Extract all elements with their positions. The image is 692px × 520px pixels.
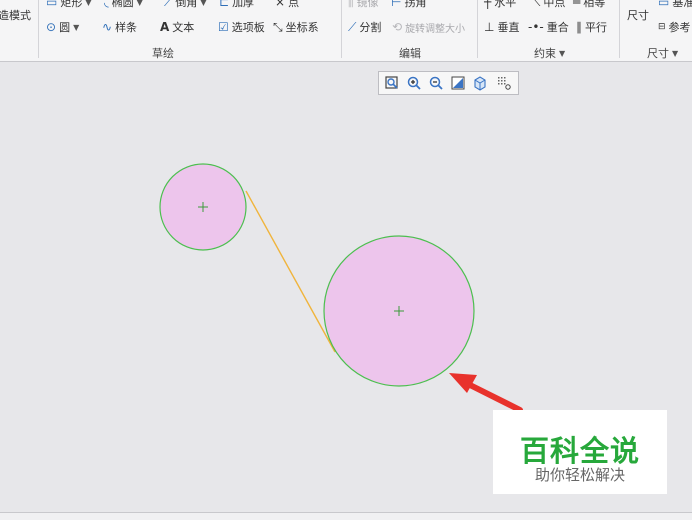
chevron-down-icon[interactable]: ▼ [200,0,206,7]
midpoint-icon: ⟍ [532,0,541,9]
group-label-edit-text: 编辑 [399,47,421,60]
rectangle-button[interactable]: ▭ 矩形 ▼ [46,0,92,10]
coordinate-system-icon: ⤡ [273,20,283,34]
corner-label: 拐角 [404,0,427,9]
equal-constraint-button[interactable]: ═ 相等 [573,0,605,10]
horizontal-icon: ┼ [484,0,492,9]
coincident-icon: -•- [528,20,544,34]
chevron-down-icon: ▼ [672,48,679,58]
reference-icon: ⊟ [658,21,666,32]
group-label-sketch-text: 草绘 [152,47,174,60]
thicken-label: 加厚 [232,0,255,9]
separator [38,0,39,58]
baseline-label: 基准 [672,0,692,9]
sketch-mode-label: 造模式 [0,9,31,22]
rotate-resize-button[interactable]: ⟲ 旋转调整大小 [392,19,465,35]
ribbon-toolbar: 造模式 ▭ 矩形 ▼ ◟ 椭圆 ▼ ⟋ 倒角 ▼ ⊏ 加厚 × 点 ⊙ 圆 ▼ … [0,0,692,62]
mirror-icon: ⫼ [348,0,354,9]
thicken-icon: ⊏ [219,0,230,9]
group-label-constrain-text: 约束 [534,47,556,60]
sketch-mode-button[interactable]: 造模式 [0,7,31,23]
group-label-constrain[interactable]: 约束 ▼ [534,45,565,61]
point-button[interactable]: × 点 [275,0,299,10]
group-label-edit: 编辑 [399,45,421,61]
midpoint-constraint-button[interactable]: ⟍ 中点 [532,0,565,10]
horizontal-label: 水平 [494,0,517,9]
vertical-constraint-button[interactable]: ⊥ 垂直 [484,19,519,35]
circle-icon: ⊙ [46,20,57,34]
fillet-icon: ⟋ [164,0,173,9]
dimension-label: 尺寸 [627,9,649,22]
chevron-down-icon[interactable]: ▼ [137,0,143,7]
coincident-label: 重合 [546,21,569,34]
parallel-icon: ∥ [576,20,582,34]
group-label-sketch: 草绘 [152,45,174,61]
chevron-down-icon: ▼ [559,48,566,58]
baseline-icon: ▭ [658,0,670,9]
group-label-dimension-text: 尺寸 [647,47,669,60]
mirror-label: 镜像 [356,0,379,9]
corner-button[interactable]: ⊢ 拐角 [391,0,426,10]
spline-button[interactable]: ∿ 样条 [102,19,137,35]
spline-icon: ∿ [102,20,113,34]
text-icon: A [160,20,170,34]
rectangle-label: 矩形 [60,0,83,9]
corner-icon: ⊢ [391,0,402,9]
circle-button[interactable]: ⊙ 圆 ▼ [46,19,79,35]
parallel-constraint-button[interactable]: ∥ 平行 [576,19,607,35]
palette-button[interactable]: ☑ 选项板 [218,19,265,35]
fillet-label: 倒角 [175,0,198,9]
dimension-button[interactable]: 尺寸 [627,7,649,23]
thicken-button[interactable]: ⊏ 加厚 [219,0,254,10]
group-label-dimension[interactable]: 尺寸 ▼ [647,45,678,61]
divide-label: 分割 [359,21,382,34]
baseline-button[interactable]: ▭ 基准 [658,0,692,10]
equal-icon: ═ [573,0,581,9]
watermark-logo: 百科全说 助你轻松解决 [493,410,667,494]
parallel-label: 平行 [585,21,607,34]
equal-label: 相等 [583,0,606,9]
rotate-resize-label: 旋转调整大小 [405,23,466,35]
divide-icon: ⟋ [348,20,357,34]
spline-label: 样条 [115,21,138,34]
text-label: 文本 [172,21,195,34]
watermark-subtitle: 助你轻松解决 [534,466,625,484]
ellipse-icon: ◟ [104,0,109,9]
coincident-constraint-button[interactable]: -•- 重合 [528,19,569,35]
palette-icon: ☑ [218,20,229,34]
chevron-down-icon[interactable]: ▼ [73,23,79,32]
sketch-line[interactable] [245,190,336,353]
separator [341,0,342,58]
point-icon: × [275,0,286,9]
rectangle-icon: ▭ [46,0,58,9]
vertical-label: 垂直 [497,21,520,34]
mirror-button[interactable]: ⫼ 镜像 [348,0,379,10]
coordinate-system-label: 坐标系 [285,21,319,34]
text-button[interactable]: A 文本 [160,19,194,35]
ellipse-label: 椭圆 [111,0,134,9]
midpoint-label: 中点 [543,0,566,9]
reference-label: 参考 [668,21,691,34]
vertical-icon: ⊥ [484,20,495,34]
red-arrow-annotation [449,373,523,413]
chevron-down-icon[interactable]: ▼ [85,0,91,7]
coordinate-system-button[interactable]: ⤡ 坐标系 [273,19,319,35]
point-label: 点 [288,0,300,9]
horizontal-constraint-button[interactable]: ┼ 水平 [484,0,516,10]
separator [477,0,478,58]
divide-button[interactable]: ⟋ 分割 [348,19,381,35]
palette-label: 选项板 [231,21,265,34]
rotate-icon: ⟲ [392,20,403,34]
separator [619,0,620,58]
ellipse-button[interactable]: ◟ 椭圆 ▼ [104,0,143,10]
reference-button[interactable]: ⊟ 参考 [658,19,691,35]
circle-label: 圆 [59,21,71,34]
fillet-button[interactable]: ⟋ 倒角 ▼ [164,0,207,10]
